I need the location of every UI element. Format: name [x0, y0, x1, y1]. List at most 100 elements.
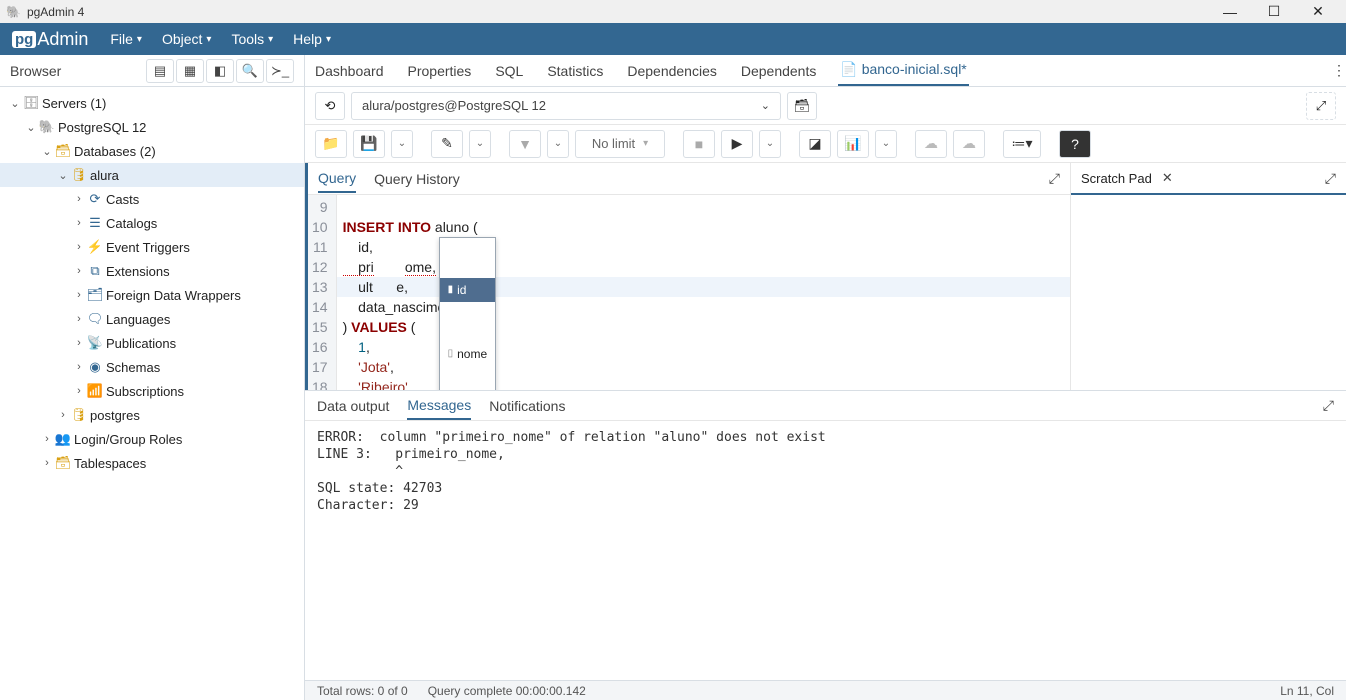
- connection-reset-button[interactable]: ⟲: [315, 92, 345, 120]
- minimize-button[interactable]: ―: [1208, 4, 1252, 20]
- scratch-pad-panel: Scratch Pad ✕ ⤢: [1071, 163, 1346, 390]
- run-dropdown[interactable]: ⌄: [759, 130, 781, 158]
- scratch-expand-icon[interactable]: ⤢: [1325, 170, 1336, 187]
- tab-dependents[interactable]: Dependents: [739, 57, 819, 85]
- analyze-dropdown[interactable]: ⌄: [875, 130, 897, 158]
- tree-schemas[interactable]: ›◉Schemas: [0, 355, 304, 379]
- content-panel: Dashboard Properties SQL Statistics Depe…: [305, 55, 1346, 700]
- limit-select[interactable]: No limit▾: [575, 130, 665, 158]
- scratch-pad-header: Scratch Pad ✕ ⤢: [1071, 163, 1346, 195]
- save-button[interactable]: 💾: [353, 130, 385, 158]
- tablespaces-icon: 🗃: [54, 455, 72, 471]
- filter-button[interactable]: ▼: [509, 130, 541, 158]
- browser-search[interactable]: 🔍: [236, 59, 264, 83]
- tree-postgres-db[interactable]: ›🛢postgres: [0, 403, 304, 427]
- tabs-overflow-icon[interactable]: ⋮: [1332, 62, 1346, 79]
- code-body[interactable]: INSERT INTO aluno ( id, pri ome, ult e, …: [337, 195, 1070, 390]
- tree-event-triggers[interactable]: ›⚡Event Triggers: [0, 235, 304, 259]
- help-button[interactable]: ?: [1059, 130, 1091, 158]
- tree-login[interactable]: ›👥Login/Group Roles: [0, 427, 304, 451]
- autocomplete-item[interactable]: ▯nome: [440, 342, 496, 366]
- column-icon: ▯: [448, 344, 454, 364]
- tab-sql[interactable]: SQL: [493, 57, 525, 85]
- titlebar: 🐘 pgAdmin 4 ― ☐ ✕: [0, 0, 1346, 23]
- schemas-icon: ◉: [86, 359, 104, 375]
- sql-editor[interactable]: 9 10 11 12 13 14 15 16 17 18 19 20 INSER…: [308, 195, 1070, 390]
- tab-query[interactable]: Query: [318, 170, 356, 193]
- close-button[interactable]: ✕: [1296, 3, 1340, 20]
- object-tree[interactable]: ⌄🗄Servers (1) ⌄🐘PostgreSQL 12 ⌄🗃Database…: [0, 87, 304, 700]
- line-gutter: 9 10 11 12 13 14 15 16 17 18 19 20: [308, 195, 337, 390]
- tree-postgresql[interactable]: ⌄🐘PostgreSQL 12: [0, 115, 304, 139]
- extensions-icon: ⧉: [86, 263, 104, 279]
- column-icon: ▮: [448, 280, 454, 300]
- tree-subscriptions[interactable]: ›📶Subscriptions: [0, 379, 304, 403]
- status-bar: Total rows: 0 of 0 Query complete 00:00:…: [305, 680, 1346, 700]
- tree-fdw[interactable]: ›🗂Foreign Data Wrappers: [0, 283, 304, 307]
- database-icon: 🗃: [54, 143, 72, 159]
- browser-btn-3[interactable]: ◧: [206, 59, 234, 83]
- messages-output[interactable]: ERROR: column "primeiro_nome" of relatio…: [305, 421, 1346, 680]
- filter-dropdown[interactable]: ⌄: [547, 130, 569, 158]
- tab-dashboard[interactable]: Dashboard: [313, 57, 386, 85]
- tree-servers[interactable]: ⌄🗄Servers (1): [0, 91, 304, 115]
- analyze-button[interactable]: 📊: [837, 130, 869, 158]
- roles-icon: 👥: [54, 431, 72, 447]
- tab-statistics[interactable]: Statistics: [545, 57, 605, 85]
- status-position: Ln 11, Col: [1280, 684, 1334, 698]
- browser-terminal[interactable]: ≻_: [266, 59, 294, 83]
- menu-object[interactable]: Object▾: [152, 23, 222, 55]
- tree-casts[interactable]: ›⟳Casts: [0, 187, 304, 211]
- tab-data-output[interactable]: Data output: [317, 398, 389, 414]
- editor-expand-icon[interactable]: ⤢: [1049, 170, 1060, 187]
- autocomplete-popup[interactable]: ▮id ▯nome: [439, 237, 497, 390]
- tab-query-history[interactable]: Query History: [374, 171, 460, 187]
- explain-button[interactable]: ◪: [799, 130, 831, 158]
- fullscreen-button[interactable]: ⤢: [1306, 92, 1336, 120]
- open-button[interactable]: 📁: [315, 130, 347, 158]
- save-dropdown[interactable]: ⌄: [391, 130, 413, 158]
- catalogs-icon: ☰: [86, 215, 104, 231]
- scratch-close-button[interactable]: ✕: [1162, 170, 1173, 186]
- subscriptions-icon: 📶: [86, 383, 104, 399]
- tree-languages[interactable]: ›🗨Languages: [0, 307, 304, 331]
- status-rows: Total rows: 0 of 0: [317, 684, 408, 698]
- edit-button[interactable]: ✎: [431, 130, 463, 158]
- tree-catalogs[interactable]: ›☰Catalogs: [0, 211, 304, 235]
- edit-dropdown[interactable]: ⌄: [469, 130, 491, 158]
- autocomplete-item[interactable]: ▮id: [440, 278, 496, 302]
- menu-tools[interactable]: Tools▾: [221, 23, 283, 55]
- triggers-icon: ⚡: [86, 239, 104, 255]
- tab-file[interactable]: 📄 banco-inicial.sql*: [838, 55, 968, 86]
- window-title: pgAdmin 4: [27, 5, 84, 19]
- logo: pgAdmin: [0, 29, 100, 50]
- tab-messages[interactable]: Messages: [407, 397, 471, 420]
- connection-db-button[interactable]: 🗃: [787, 92, 817, 120]
- menubar: pgAdmin File▾ Object▾ Tools▾ Help▾: [0, 23, 1346, 55]
- tree-tablespaces[interactable]: ›🗃Tablespaces: [0, 451, 304, 475]
- fdw-icon: 🗂: [86, 287, 104, 303]
- macros-button[interactable]: ≔▾: [1003, 130, 1041, 158]
- tree-extensions[interactable]: ›⧉Extensions: [0, 259, 304, 283]
- output-expand-icon[interactable]: ⤢: [1323, 397, 1334, 414]
- tree-alura[interactable]: ⌄🛢alura: [0, 163, 304, 187]
- scratch-title: Scratch Pad: [1081, 171, 1152, 186]
- rollback-button[interactable]: ☁: [953, 130, 985, 158]
- tab-notifications[interactable]: Notifications: [489, 398, 565, 414]
- tree-publications[interactable]: ›📡Publications: [0, 331, 304, 355]
- tab-properties[interactable]: Properties: [406, 57, 474, 85]
- browser-btn-2[interactable]: ▦: [176, 59, 204, 83]
- status-duration: Query complete 00:00:00.142: [428, 684, 586, 698]
- main-tabs: Dashboard Properties SQL Statistics Depe…: [305, 55, 1346, 87]
- run-button[interactable]: ▶: [721, 130, 753, 158]
- maximize-button[interactable]: ☐: [1252, 3, 1296, 20]
- browser-btn-1[interactable]: ▤: [146, 59, 174, 83]
- commit-button[interactable]: ☁: [915, 130, 947, 158]
- stop-button[interactable]: ■: [683, 130, 715, 158]
- menu-help[interactable]: Help▾: [283, 23, 341, 55]
- tab-dependencies[interactable]: Dependencies: [625, 57, 719, 85]
- menu-file[interactable]: File▾: [100, 23, 152, 55]
- connection-select[interactable]: alura/postgres@PostgreSQL 12⌄: [351, 92, 781, 120]
- casts-icon: ⟳: [86, 191, 104, 207]
- tree-databases[interactable]: ⌄🗃Databases (2): [0, 139, 304, 163]
